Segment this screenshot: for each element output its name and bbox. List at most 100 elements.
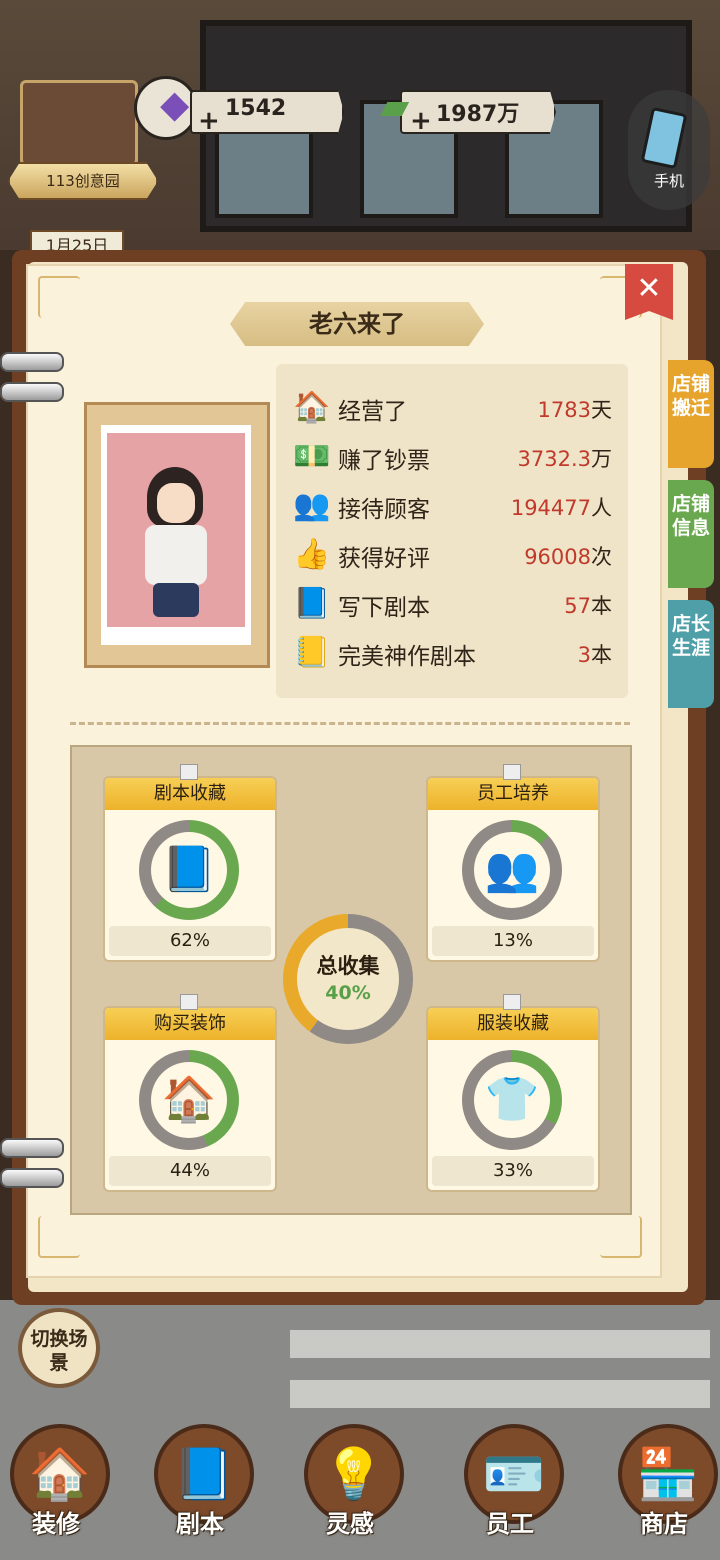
card-title: 员工培养 [428,778,598,810]
stat-value: 1783天 [538,394,612,424]
store-name-banner: 113创意园 [8,162,158,200]
character-body [145,525,207,585]
tab-label: 店长生涯 [671,613,710,659]
stat-unit: 次 [591,545,612,569]
stat-label: 写下剧本 [338,595,430,621]
nav-label: 装修 [32,1510,80,1538]
character-portrait-frame [84,402,270,668]
binder-ring [0,382,64,402]
stat-number: 1783 [537,398,591,422]
stat-unit: 本 [591,594,612,618]
page-corner-ornament [600,1216,642,1258]
card-percent: 62% [109,926,271,956]
phone-label: 手机 [653,172,684,190]
stat-label: 完美神作剧本 [338,644,476,670]
script-book-icon: 📘 [151,832,227,908]
tab-store-info[interactable]: 店铺信息 [668,480,714,588]
binder-ring [0,352,64,372]
nav-label: 灵感 [326,1510,374,1538]
nav-label: 商店 [640,1510,688,1538]
crosswalk-stripe [290,1330,710,1358]
thumbs-up-icon: 👍 [293,537,331,572]
collection-card[interactable]: 员工培养 👥 13% [426,776,600,962]
page-corner-ornament [38,276,80,318]
stat-unit: 万 [591,447,612,471]
stat-value: 3732.3万 [518,443,612,473]
portrait-background [107,433,245,627]
card-percent: 44% [109,1156,271,1186]
paper-clip [503,994,521,1010]
card-percent: 33% [432,1156,594,1186]
collection-card[interactable]: 剧本收藏 📘 62% [103,776,277,962]
stat-unit: 人 [591,496,612,520]
stat-row: 👍 获得好评 96008次 [292,533,622,577]
add-money-icon[interactable]: + [410,106,432,136]
stat-label: 获得好评 [338,546,430,572]
card-title: 服装收藏 [428,1008,598,1040]
nav-label: 员工 [486,1510,534,1538]
nav-script-button[interactable]: 📘 剧本 [140,1420,260,1560]
collection-card[interactable]: 服装收藏 👕 33% [426,1006,600,1192]
store-thumbnail[interactable] [20,80,138,166]
stat-number: 96008 [524,545,591,569]
stats-panel: 🏠 经营了 1783天 💵 赚了钞票 3732.3万 👥 接待顾客 194477人 👍… [276,364,628,698]
nav-inspiration-button[interactable]: 💡 灵感 [290,1420,410,1560]
stat-number: 194477 [510,496,591,520]
switch-scene-button[interactable]: 切换场景 [18,1308,100,1388]
crosswalk-stripe [290,1380,710,1408]
nav-staff-button[interactable]: 🪪 员工 [450,1420,570,1560]
phone-icon [640,106,688,170]
card-progress-ring: 👕 [462,1050,562,1150]
tab-store-relocation[interactable]: 店铺搬迁 [668,360,714,468]
panel-title: 老六来了 [230,302,484,346]
stat-number: 3 [577,643,591,667]
stat-value: 57本 [564,590,612,620]
cash-icon: 💵 [293,439,331,474]
add-gems-icon[interactable]: + [198,106,220,136]
card-title: 购买装饰 [105,1008,275,1040]
stat-row: 📒 完美神作剧本 3本 [292,631,622,675]
stat-row: 📘 写下剧本 57本 [292,582,622,626]
money-value: 1987万 [436,102,520,127]
stat-number: 3732.3 [517,447,591,471]
script-book-icon: 📘 [293,586,331,621]
stat-row: 💵 赚了钞票 3732.3万 [292,435,622,479]
binder-ring [0,1168,64,1188]
stat-label: 接待顾客 [338,497,430,523]
stat-row: 👥 接待顾客 194477人 [292,484,622,528]
stat-number: 57 [564,594,591,618]
golden-script-icon: 📒 [293,635,331,670]
decor-house-icon: 🏠 [151,1062,227,1138]
nav-label: 剧本 [176,1510,224,1538]
character-face [157,483,195,523]
card-progress-ring: 👥 [462,820,562,920]
card-title: 剧本收藏 [105,778,275,810]
card-progress-ring: 📘 [139,820,239,920]
collection-card[interactable]: 购买装饰 🏠 44% [103,1006,277,1192]
tab-manager-career[interactable]: 店长生涯 [668,600,714,708]
total-collection-label: 总收集 [316,954,380,978]
paper-clip [503,764,521,780]
page-corner-ornament [38,1216,80,1258]
nav-shop-button[interactable]: 🏪 商店 [604,1420,720,1560]
character-legs [153,583,199,617]
binder-ring [0,1138,64,1158]
tab-label: 店铺信息 [671,493,710,539]
card-progress-ring: 🏠 [139,1050,239,1150]
card-percent: 13% [432,926,594,956]
gem-icon: ◆ [160,82,190,126]
customers-icon: 👥 [293,488,331,523]
tab-label: 店铺搬迁 [671,373,710,419]
stat-row: 🏠 经营了 1783天 [292,386,622,430]
stat-value: 3本 [578,639,612,669]
stat-unit: 本 [591,643,612,667]
portrait-photo [101,425,251,645]
stat-unit: 天 [591,398,612,422]
clothing-icon: 👕 [474,1062,550,1138]
stat-label: 经营了 [338,399,407,425]
phone-button[interactable]: 手机 [628,90,710,210]
nav-decorate-button[interactable]: 🏠 装修 [0,1420,116,1560]
paper-clip [180,764,198,780]
money-icon: ▰ [380,84,410,128]
shop-icon: 🏠 [293,390,331,425]
